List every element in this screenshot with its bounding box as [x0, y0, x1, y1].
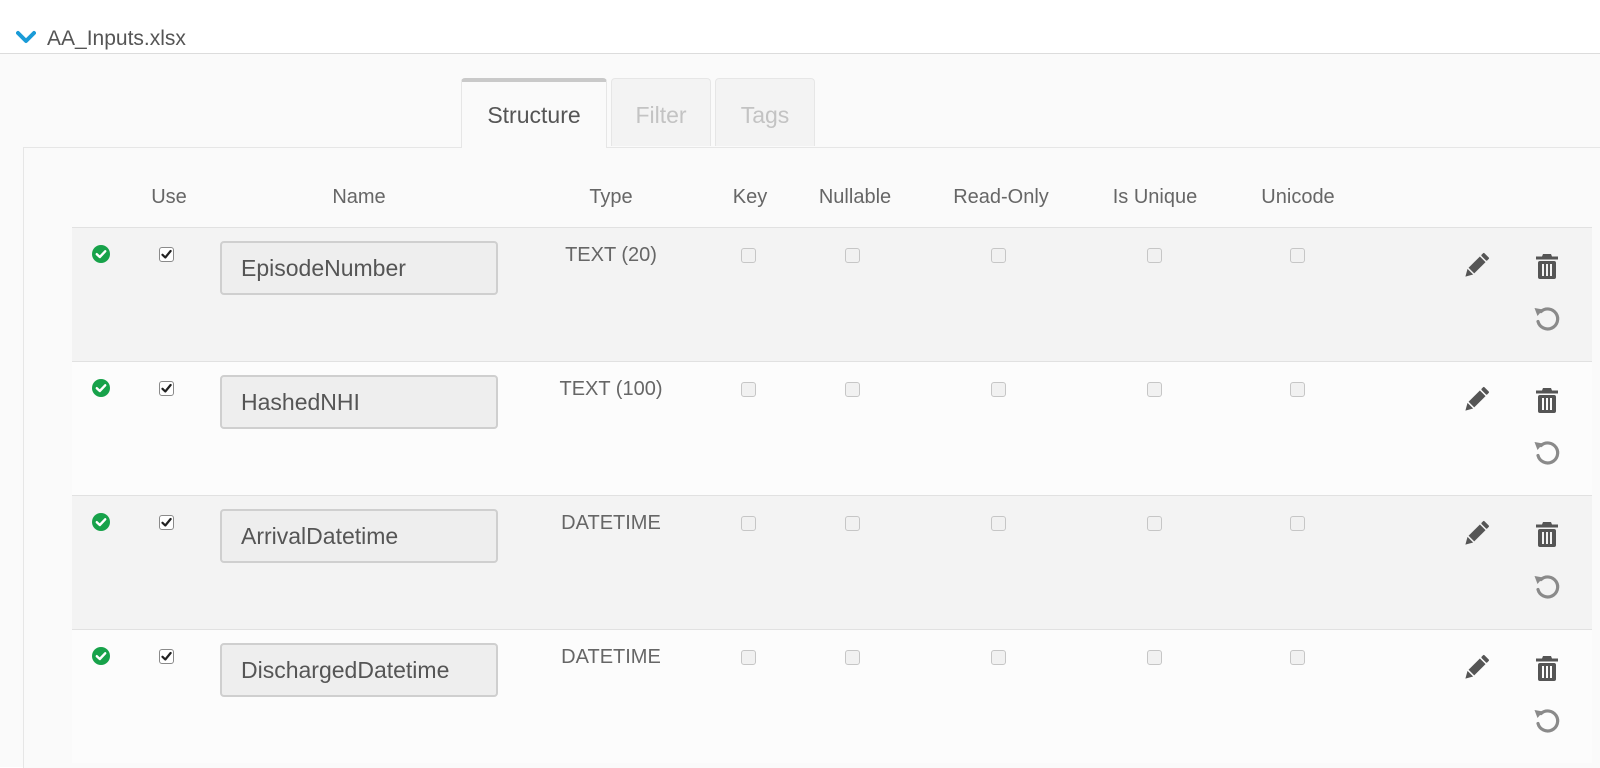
nullable-checkbox[interactable]	[845, 248, 860, 263]
use-checkbox[interactable]	[159, 649, 174, 664]
column-header-use: Use	[151, 186, 187, 208]
trash-icon	[1536, 388, 1558, 413]
checkmark-icon	[161, 651, 172, 661]
use-checkbox[interactable]	[159, 247, 174, 262]
trash-icon	[1536, 656, 1558, 681]
unicode-checkbox[interactable]	[1290, 248, 1305, 263]
table-row: ArrivalDatetime DATETIME	[72, 495, 1592, 629]
is-unique-checkbox[interactable]	[1147, 382, 1162, 397]
edit-button[interactable]	[1461, 251, 1491, 281]
reset-button[interactable]	[1532, 705, 1562, 735]
column-header-nullable: Nullable	[818, 186, 892, 208]
column-type: TEXT (20)	[565, 244, 657, 266]
delete-button[interactable]	[1532, 653, 1562, 683]
table-row: HashedNHI TEXT (100)	[72, 361, 1592, 495]
use-checkbox[interactable]	[159, 515, 174, 530]
column-name-input[interactable]: HashedNHI	[220, 375, 498, 429]
column-header-name: Name	[332, 186, 386, 208]
column-header-type: Type	[589, 186, 633, 208]
edit-button[interactable]	[1461, 385, 1491, 415]
nullable-checkbox[interactable]	[845, 650, 860, 665]
undo-icon	[1534, 307, 1560, 331]
pencil-icon	[1465, 252, 1490, 277]
delete-button[interactable]	[1532, 251, 1562, 281]
column-type: TEXT (100)	[559, 378, 663, 400]
tab-filter[interactable]: Filter	[611, 78, 711, 146]
unicode-checkbox[interactable]	[1290, 516, 1305, 531]
tab-structure[interactable]: Structure	[461, 78, 607, 148]
nullable-checkbox[interactable]	[845, 516, 860, 531]
table-row: DischargedDatetime DATETIME	[72, 629, 1592, 763]
is-unique-checkbox[interactable]	[1147, 248, 1162, 263]
column-header-is-unique: Is Unique	[1112, 186, 1198, 208]
trash-icon	[1536, 254, 1558, 279]
undo-icon	[1534, 441, 1560, 465]
is-unique-checkbox[interactable]	[1147, 516, 1162, 531]
checkmark-icon	[161, 383, 172, 393]
delete-button[interactable]	[1532, 385, 1562, 415]
pencil-icon	[1465, 520, 1490, 545]
check-circle-icon	[92, 647, 110, 665]
check-circle-icon	[92, 245, 110, 263]
table-row: EpisodeNumber TEXT (20)	[72, 227, 1592, 361]
pencil-icon	[1465, 654, 1490, 679]
checkmark-icon	[161, 249, 172, 259]
nullable-checkbox[interactable]	[845, 382, 860, 397]
column-type: DATETIME	[561, 646, 661, 668]
column-name-input[interactable]: EpisodeNumber	[220, 241, 498, 295]
column-header-unicode: Unicode	[1261, 186, 1335, 208]
key-checkbox[interactable]	[741, 248, 756, 263]
is-unique-checkbox[interactable]	[1147, 650, 1162, 665]
key-checkbox[interactable]	[741, 650, 756, 665]
chevron-down-icon[interactable]	[16, 30, 36, 44]
check-circle-icon	[92, 513, 110, 531]
tab-tags[interactable]: Tags	[715, 78, 815, 146]
undo-icon	[1534, 709, 1560, 733]
file-title[interactable]: AA_Inputs.xlsx	[47, 27, 186, 51]
reset-button[interactable]	[1532, 437, 1562, 467]
read-only-checkbox[interactable]	[991, 650, 1006, 665]
column-name-input[interactable]: ArrivalDatetime	[220, 509, 498, 563]
unicode-checkbox[interactable]	[1290, 650, 1305, 665]
reset-button[interactable]	[1532, 571, 1562, 601]
column-header-read-only: Read-Only	[953, 186, 1049, 208]
key-checkbox[interactable]	[741, 516, 756, 531]
unicode-checkbox[interactable]	[1290, 382, 1305, 397]
column-header-key: Key	[732, 186, 768, 208]
read-only-checkbox[interactable]	[991, 248, 1006, 263]
undo-icon	[1534, 575, 1560, 599]
column-name-input[interactable]: DischargedDatetime	[220, 643, 498, 697]
read-only-checkbox[interactable]	[991, 382, 1006, 397]
checkmark-icon	[161, 517, 172, 527]
use-checkbox[interactable]	[159, 381, 174, 396]
column-type: DATETIME	[561, 512, 661, 534]
check-circle-icon	[92, 379, 110, 397]
edit-button[interactable]	[1461, 519, 1491, 549]
delete-button[interactable]	[1532, 519, 1562, 549]
reset-button[interactable]	[1532, 303, 1562, 333]
file-section-header[interactable]: AA_Inputs.xlsx	[0, 0, 1600, 54]
key-checkbox[interactable]	[741, 382, 756, 397]
read-only-checkbox[interactable]	[991, 516, 1006, 531]
pencil-icon	[1465, 386, 1490, 411]
trash-icon	[1536, 522, 1558, 547]
edit-button[interactable]	[1461, 653, 1491, 683]
